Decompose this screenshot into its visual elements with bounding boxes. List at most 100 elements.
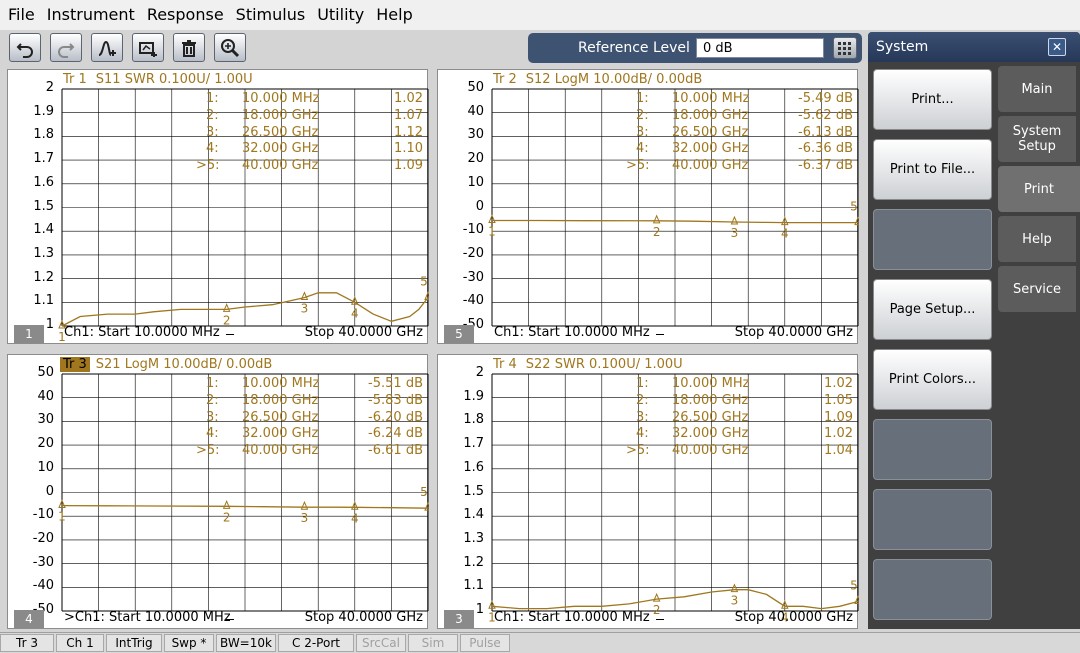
marker-2-triangle[interactable] <box>222 500 231 509</box>
start-frequency[interactable]: Ch1: Start 10.0000 MHz <box>494 610 650 625</box>
menu-bar: File Instrument Response Stimulus Utility Hel… <box>0 0 1080 30</box>
marker-frequency: 32.000 GHz <box>672 141 749 157</box>
tab-help[interactable]: Help <box>998 216 1076 262</box>
marker-3-triangle[interactable] <box>730 583 739 593</box>
trace-panel-1[interactable]: 1 2 3 4 5 Tr 1 S11 SWR 0.100U/ 1.00U 2 1.9 1.8 1.7… <box>7 69 429 344</box>
y-tick-label: 1.1 <box>463 578 484 594</box>
trace-tag[interactable]: Tr 3 <box>60 357 90 372</box>
menu-utility[interactable]: Utility <box>311 0 370 30</box>
marker-2-triangle[interactable] <box>652 214 661 224</box>
marker-2-triangle[interactable] <box>222 303 231 312</box>
trash-button[interactable] <box>173 33 205 62</box>
status-pulse[interactable]: Pulse <box>460 634 510 652</box>
trace-title[interactable]: Tr 1 S11 SWR 0.100U/ 1.00U <box>60 72 253 87</box>
marker-3-triangle[interactable] <box>300 291 309 301</box>
marker-5-label: 5 <box>420 485 428 499</box>
marker-value: -6.37 dB <box>798 158 853 174</box>
start-frequency[interactable]: Ch1: Start 10.0000 MHz <box>494 325 650 340</box>
y-tick-label: -40 <box>32 578 54 594</box>
sys-btn-print-colors[interactable]: Print Colors... <box>873 349 992 410</box>
channel-window-number[interactable]: 1 <box>14 325 44 343</box>
channel-window-number[interactable]: 4 <box>14 610 44 628</box>
marker-3-triangle[interactable] <box>730 215 739 225</box>
status-inttrig[interactable]: IntTrig <box>106 634 162 652</box>
status-tr-3[interactable]: Tr 3 <box>0 634 54 652</box>
reference-level-input[interactable] <box>696 38 824 58</box>
marker-readout-row: 2: 18.000 GHz -5.62 dB <box>438 108 859 124</box>
status-swp[interactable]: Swp * <box>164 634 214 652</box>
start-dash <box>656 619 664 620</box>
start-frequency[interactable]: >Ch1: Start 10.0000 MHz <box>64 610 231 625</box>
stop-frequency[interactable]: Stop 40.0000 GHz <box>305 610 423 625</box>
marker-frequency: 40.000 GHz <box>242 158 319 174</box>
system-panel: System ✕ Print... Print to File... Page Se… <box>868 32 1080 629</box>
trace-title[interactable]: Tr 3 S21 LogM 10.00dB/ 0.00dB <box>60 357 272 372</box>
y-tick-label: 1.5 <box>33 198 54 214</box>
marker-number: 1: <box>206 91 219 106</box>
sys-btn-print[interactable]: Print... <box>873 69 992 130</box>
redo-icon <box>58 42 75 58</box>
marker-2-label: 2 <box>653 603 661 617</box>
marker-value: -5.51 dB <box>368 376 423 391</box>
marker-2-triangle[interactable] <box>652 592 661 602</box>
marker-readout-row: 2: 18.000 GHz 1.07 <box>8 108 429 124</box>
menu-response[interactable]: Response <box>141 0 230 30</box>
stop-frequency[interactable]: Stop 40.0000 GHz <box>305 325 423 340</box>
marker-value: 1.10 <box>394 141 423 157</box>
marker-readout-row: >5: 40.000 GHz -6.37 dB <box>438 158 859 174</box>
marker-readout-row: 2: 18.000 GHz -5.83 dB <box>8 393 429 409</box>
marker-3-label: 3 <box>731 226 739 240</box>
trace-title[interactable]: Tr 2 S12 LogM 10.00dB/ 0.00dB <box>490 72 702 87</box>
tab-system-setup[interactable]: System Setup <box>998 116 1076 162</box>
menu-instrument[interactable]: Instrument <box>41 0 141 30</box>
reference-level-label: Reference Level <box>578 40 690 56</box>
status-ch-1[interactable]: Ch 1 <box>56 634 104 652</box>
tab-service[interactable]: Service <box>998 266 1076 312</box>
menu-file[interactable]: File <box>0 0 41 30</box>
marker-5-label: 5 <box>420 275 428 289</box>
marker-frequency: 40.000 GHz <box>672 158 749 174</box>
marker-3-triangle[interactable] <box>300 500 309 510</box>
trace-tag[interactable]: Tr 4 <box>490 357 520 372</box>
sys-btn-print-to-file[interactable]: Print to File... <box>873 139 992 200</box>
sys-btn-page-setup[interactable]: Page Setup... <box>873 279 992 340</box>
close-icon[interactable]: ✕ <box>1048 38 1066 56</box>
menu-stimulus[interactable]: Stimulus <box>230 0 312 30</box>
trace-tag[interactable]: Tr 1 <box>60 72 90 87</box>
tab-main[interactable]: Main <box>998 66 1076 112</box>
undo-button[interactable] <box>9 33 41 62</box>
tab-print[interactable]: Print <box>998 166 1080 212</box>
marker-frequency: 10.000 MHz <box>242 91 320 106</box>
status-srccal[interactable]: SrcCal <box>356 634 406 652</box>
marker-number: 3: <box>206 409 219 425</box>
marker-4-label: 4 <box>351 306 359 320</box>
keypad-icon[interactable] <box>833 37 857 59</box>
trace-panel-4[interactable]: 1 2 3 4 5 Tr 4 S22 SWR 0.100U/ 1.00U 2 1.9 1.8 1.7… <box>437 354 859 629</box>
marker-value: -6.36 dB <box>798 141 853 157</box>
marker-frequency: 32.000 GHz <box>242 141 319 157</box>
marker-1-label: 1 <box>58 510 66 524</box>
marker-frequency: 10.000 MHz <box>672 376 750 391</box>
marker-value: -6.20 dB <box>368 409 423 425</box>
y-tick-label: 10 <box>467 174 484 190</box>
zoom-button[interactable] <box>214 33 246 62</box>
stop-frequency[interactable]: Stop 40.0000 GHz <box>735 610 853 625</box>
status-sim[interactable]: Sim <box>408 634 458 652</box>
trace-tag[interactable]: Tr 2 <box>490 72 520 87</box>
menu-help[interactable]: Help <box>370 0 418 30</box>
status-c-2-port[interactable]: C 2-Port <box>278 634 354 652</box>
stop-frequency[interactable]: Stop 40.0000 GHz <box>735 325 853 340</box>
trace-title[interactable]: Tr 4 S22 SWR 0.100U/ 1.00U <box>490 357 683 372</box>
trace-panel-3[interactable]: 1 2 3 4 5 Tr 3 S21 LogM 10.00dB/ 0.00dB 50 40 30 2… <box>7 354 429 629</box>
status-bw-10k[interactable]: BW=10k <box>216 634 276 652</box>
start-frequency[interactable]: Ch1: Start 10.0000 MHz <box>64 325 220 340</box>
reference-level-bar: Reference Level <box>528 33 862 63</box>
channel-window-number[interactable]: 3 <box>444 610 474 628</box>
marker-add-button[interactable] <box>91 33 123 62</box>
redo-button[interactable] <box>50 33 82 62</box>
channel-window-number[interactable]: 5 <box>444 325 474 343</box>
trace-panel-2[interactable]: 1 2 3 4 5 Tr 2 S12 LogM 10.00dB/ 0.00dB 50 40 30 2… <box>437 69 859 344</box>
marker-frequency: 32.000 GHz <box>242 426 319 442</box>
autoscale-button[interactable] <box>132 33 164 62</box>
marker-number: 4: <box>636 426 649 442</box>
